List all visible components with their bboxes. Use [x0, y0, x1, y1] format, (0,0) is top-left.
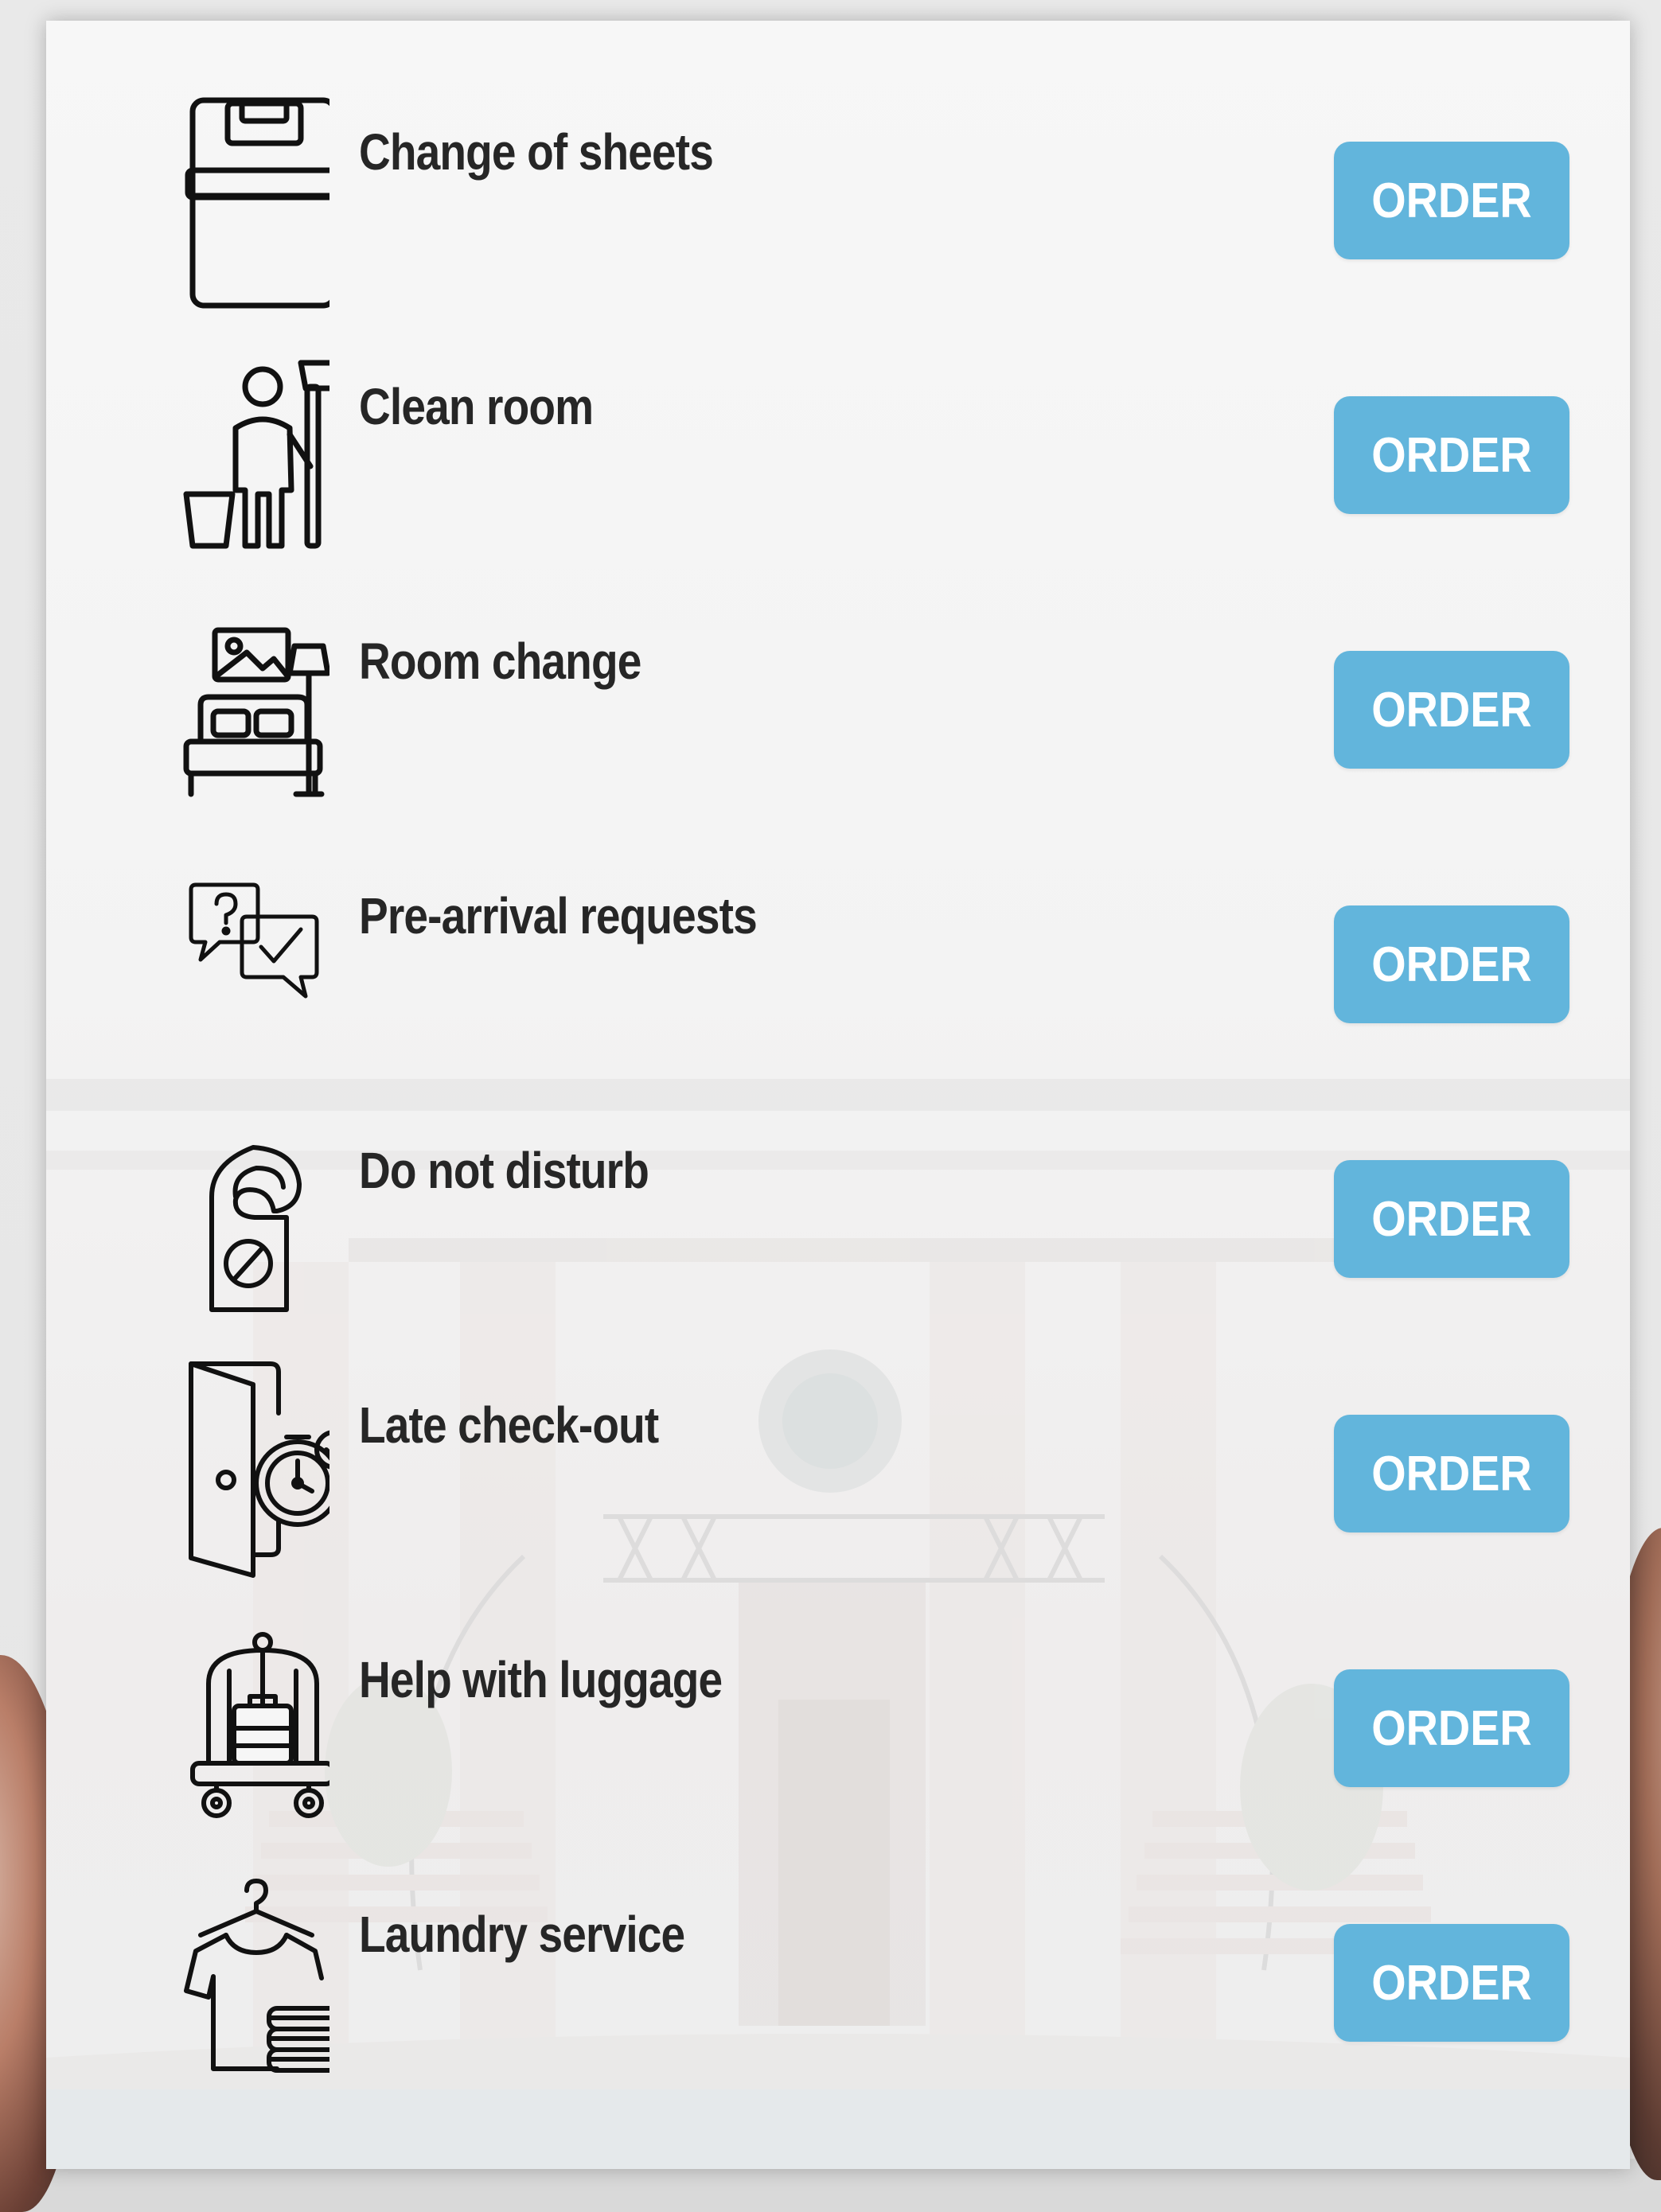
bed-sheets-icon: [107, 76, 329, 315]
list-item-change-of-sheets: Change of sheets ORDER: [46, 76, 1630, 315]
services-panel: Change of sheets ORDER Clean room ORDER: [46, 21, 1630, 2169]
door-hanger-icon: [107, 1095, 329, 1334]
service-label: Help with luggage: [359, 1651, 723, 1708]
order-button-label: ORDER: [1371, 1955, 1532, 2011]
service-list: Change of sheets ORDER Clean room ORDER: [46, 21, 1630, 2169]
hotel-room-icon: [107, 586, 329, 824]
laundry-icon: [107, 1859, 329, 2097]
order-button-clean-room[interactable]: ORDER: [1334, 396, 1569, 514]
chat-question-check-icon: [107, 840, 329, 1079]
list-item-pre-arrival-requests: Pre-arrival requests ORDER: [46, 840, 1630, 1079]
service-label: Laundry service: [359, 1906, 685, 1963]
order-button-label: ORDER: [1371, 427, 1532, 483]
list-item-room-change: Room change ORDER: [46, 586, 1630, 824]
order-button-label: ORDER: [1371, 1700, 1532, 1756]
service-label: Change of sheets: [359, 123, 714, 181]
list-item-help-with-luggage: Help with luggage ORDER: [46, 1604, 1630, 1843]
list-item-late-check-out: Late check-out ORDER: [46, 1349, 1630, 1588]
service-label: Room change: [359, 633, 641, 690]
list-item-laundry-service: Laundry service ORDER: [46, 1859, 1630, 2097]
service-label: Pre-arrival requests: [359, 887, 758, 944]
order-button-label: ORDER: [1371, 1191, 1532, 1247]
order-button-do-not-disturb[interactable]: ORDER: [1334, 1160, 1569, 1278]
order-button-laundry-service[interactable]: ORDER: [1334, 1924, 1569, 2042]
order-button-change-of-sheets[interactable]: ORDER: [1334, 142, 1569, 259]
service-label: Clean room: [359, 378, 594, 435]
list-item-clean-room: Clean room ORDER: [46, 331, 1630, 570]
order-button-room-change[interactable]: ORDER: [1334, 651, 1569, 769]
service-label: Do not disturb: [359, 1142, 649, 1199]
luggage-cart-icon: [107, 1604, 329, 1843]
housekeeper-icon: [107, 331, 329, 570]
order-button-help-with-luggage[interactable]: ORDER: [1334, 1669, 1569, 1787]
order-button-label: ORDER: [1371, 1446, 1532, 1501]
order-button-pre-arrival-requests[interactable]: ORDER: [1334, 905, 1569, 1023]
order-button-label: ORDER: [1371, 173, 1532, 228]
list-item-do-not-disturb: Do not disturb ORDER: [46, 1095, 1630, 1334]
door-clock-icon: [107, 1349, 329, 1588]
service-label: Late check-out: [359, 1396, 659, 1454]
order-button-label: ORDER: [1371, 682, 1532, 738]
order-button-label: ORDER: [1371, 937, 1532, 992]
order-button-late-check-out[interactable]: ORDER: [1334, 1415, 1569, 1532]
